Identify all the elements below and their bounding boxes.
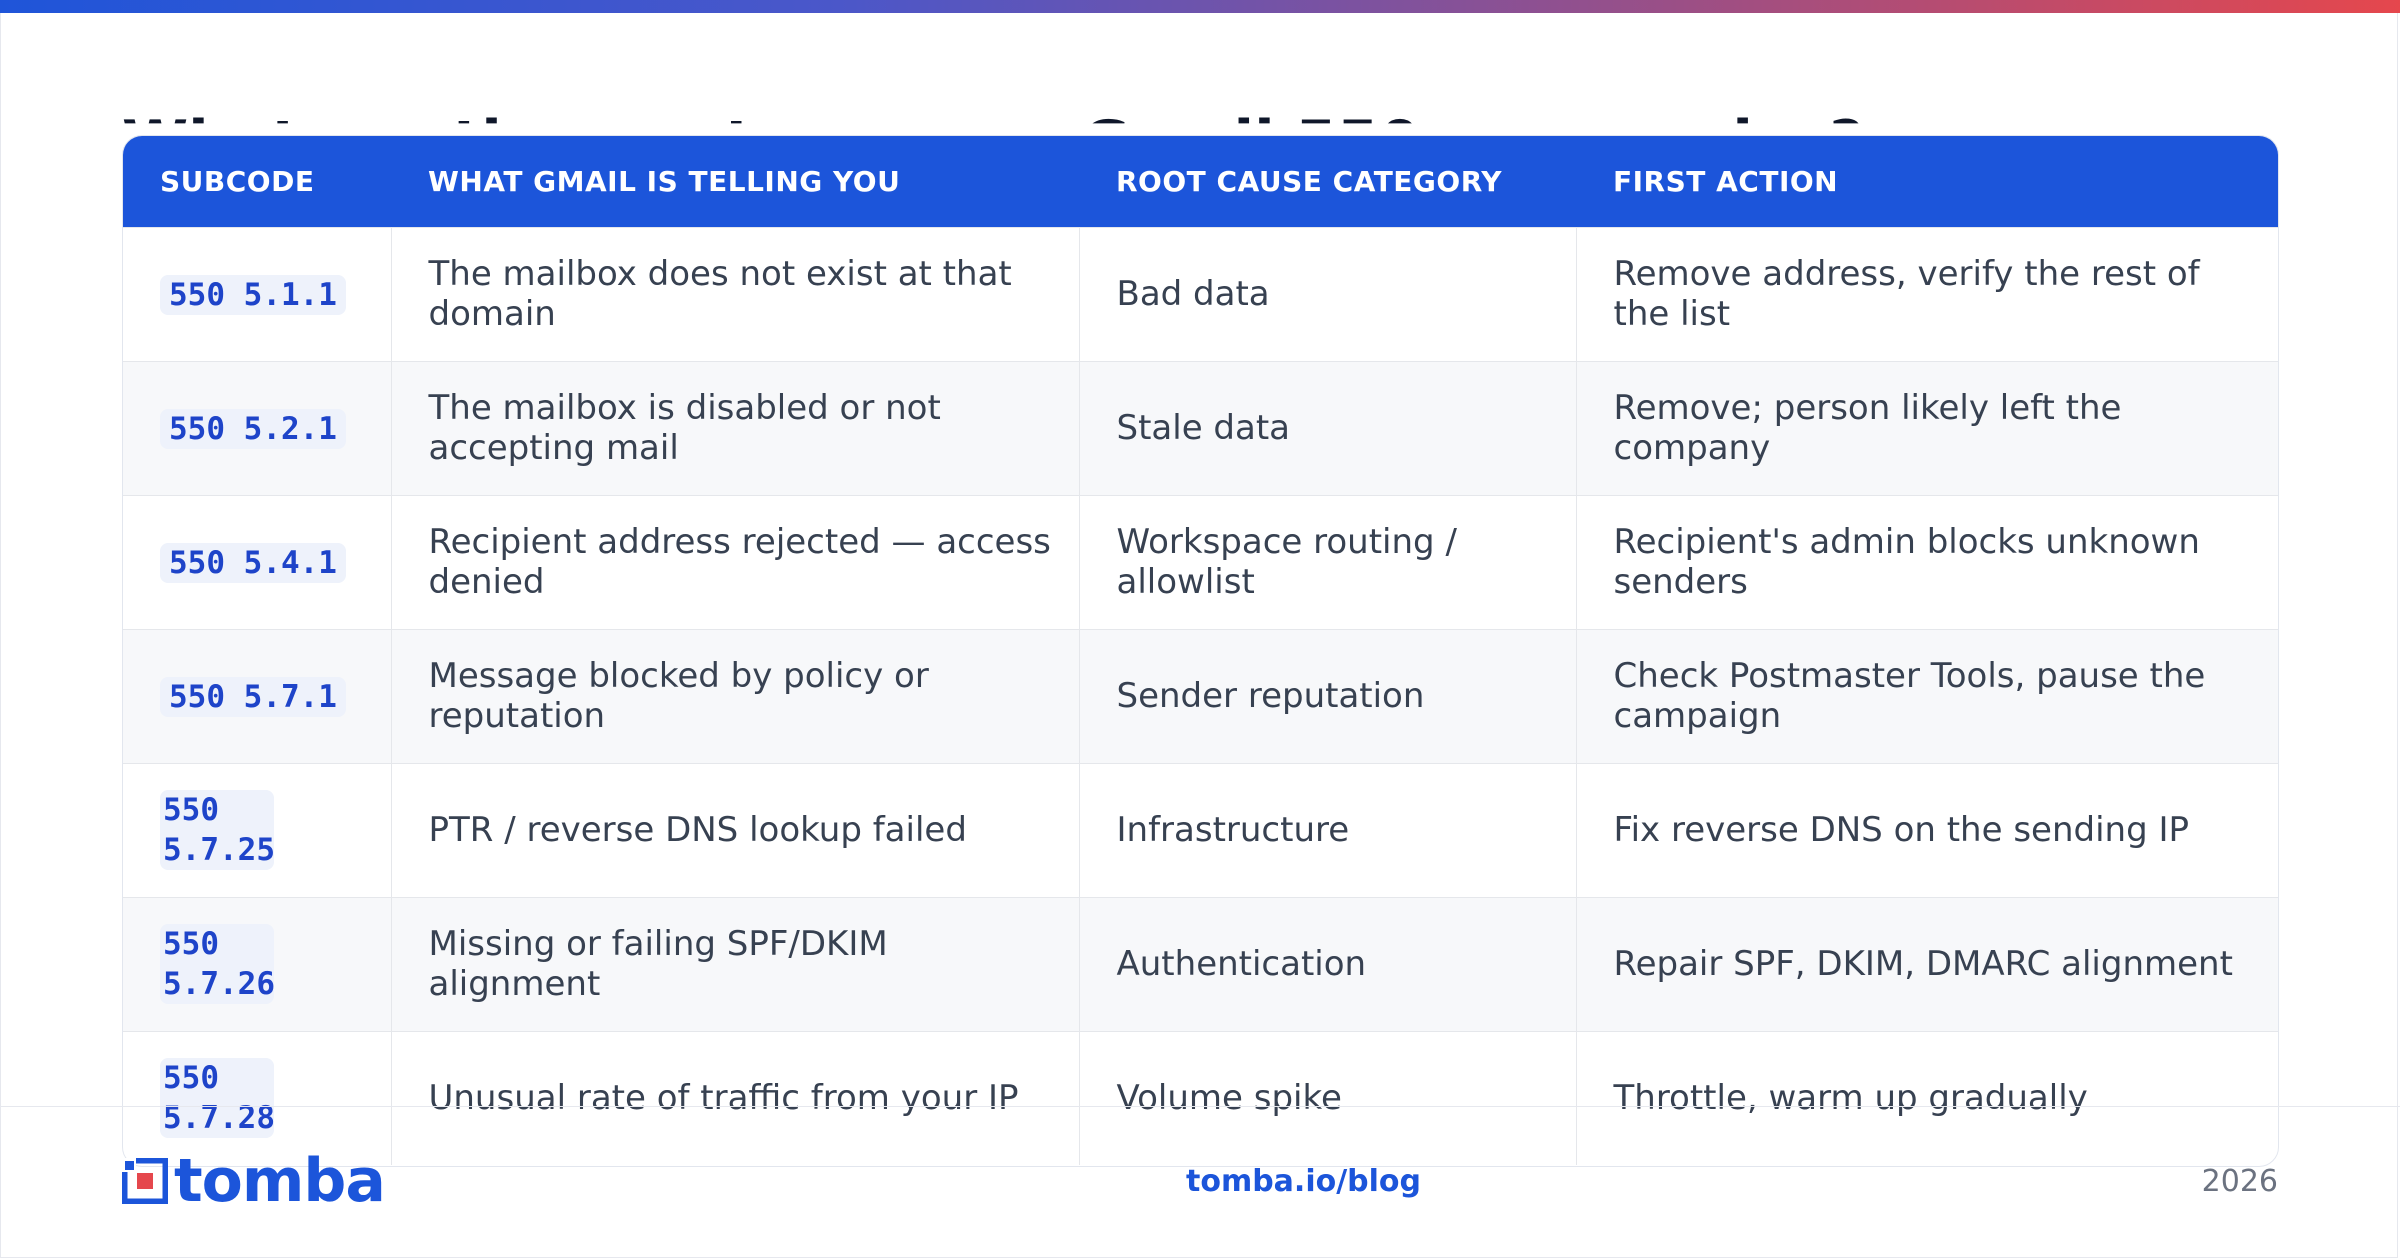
header-root-cause: ROOT CAUSE CATEGORY — [1079, 136, 1576, 227]
subcode-badge: 550 5.7.26 — [160, 924, 275, 1004]
logo-wordmark: tomba — [174, 1146, 386, 1216]
table-row: 550 5.7.26 Missing or failing SPF/DKIM a… — [123, 896, 2278, 1031]
table-header-row: SUBCODE WHAT GMAIL IS TELLING YOU ROOT C… — [123, 136, 2278, 227]
meaning-cell: Recipient address rejected — access deni… — [391, 494, 1080, 629]
meaning-cell: The mailbox does not exist at that domai… — [391, 226, 1080, 361]
subcode-cell: 550 5.7.26 — [123, 896, 392, 1031]
subcode-cell: 550 5.1.1 — [123, 226, 392, 361]
header-first-action: FIRST ACTION — [1576, 136, 2278, 227]
subcode-cell: 550 5.7.1 — [123, 628, 392, 763]
data-table: SUBCODE WHAT GMAIL IS TELLING YOU ROOT C… — [123, 136, 2278, 1165]
table-row: 550 5.7.25 PTR / reverse DNS lookup fail… — [123, 762, 2278, 897]
action-cell: Fix reverse DNS on the sending IP — [1576, 762, 2278, 897]
cause-cell: Infrastructure — [1079, 762, 1577, 897]
action-cell: Throttle, warm up gradually — [1576, 1030, 2278, 1165]
action-cell: Remove; person likely left the company — [1576, 360, 2278, 495]
error-code-table: SUBCODE WHAT GMAIL IS TELLING YOU ROOT C… — [122, 135, 2279, 1167]
subcode-badge: 550 5.7.25 — [160, 790, 275, 870]
meaning-cell: PTR / reverse DNS lookup failed — [391, 762, 1080, 897]
action-cell: Repair SPF, DKIM, DMARC alignment — [1576, 896, 2278, 1031]
table-row: 550 5.4.1 Recipient address rejected — a… — [123, 494, 2278, 629]
meaning-cell: Message blocked by policy or reputation — [391, 628, 1080, 763]
subcode-badge: 550 5.7.1 — [160, 676, 346, 717]
action-cell: Check Postmaster Tools, pause the campai… — [1576, 628, 2278, 763]
tomba-logo: tomba — [122, 1146, 386, 1216]
cause-cell: Bad data — [1079, 226, 1577, 361]
cause-cell: Workspace routing / allowlist — [1079, 494, 1577, 629]
cause-cell: Authentication — [1079, 896, 1577, 1031]
subcode-cell: 550 5.7.28 — [123, 1030, 392, 1165]
subcode-cell: 550 5.2.1 — [123, 360, 392, 495]
table-row: 550 5.2.1 The mailbox is disabled or not… — [123, 360, 2278, 495]
subcode-badge: 550 5.1.1 — [160, 274, 346, 315]
table-row: 550 5.7.1 Message blocked by policy or r… — [123, 628, 2278, 763]
blog-link[interactable]: tomba.io/blog — [1186, 1164, 1421, 1199]
header-subcode: SUBCODE — [123, 136, 391, 227]
cause-cell: Volume spike — [1079, 1030, 1577, 1165]
action-cell: Recipient's admin blocks unknown senders — [1576, 494, 2278, 629]
subcode-badge: 550 5.2.1 — [160, 408, 346, 449]
subcode-badge: 550 5.4.1 — [160, 542, 346, 583]
subcode-cell: 550 5.4.1 — [123, 494, 392, 629]
cause-cell: Sender reputation — [1079, 628, 1577, 763]
meaning-cell: The mailbox is disabled or not accepting… — [391, 360, 1080, 495]
accent-bar — [0, 0, 2400, 13]
footer-divider — [0, 1106, 2400, 1107]
footer-year: 2026 — [2201, 1164, 2278, 1199]
meaning-cell: Missing or failing SPF/DKIM alignment — [391, 896, 1080, 1031]
header-meaning: WHAT GMAIL IS TELLING YOU — [391, 136, 1079, 227]
subcode-cell: 550 5.7.25 — [123, 762, 392, 897]
meaning-cell: Unusual rate of traffic from your IP — [391, 1030, 1080, 1165]
subcode-badge: 550 5.7.28 — [160, 1058, 275, 1139]
table-row: 550 5.1.1 The mailbox does not exist at … — [123, 226, 2278, 361]
cause-cell: Stale data — [1079, 360, 1577, 495]
table-row: 550 5.7.28 Unusual rate of traffic from … — [123, 1030, 2278, 1165]
tomba-logo-icon — [122, 1158, 168, 1204]
action-cell: Remove address, verify the rest of the l… — [1576, 226, 2278, 361]
